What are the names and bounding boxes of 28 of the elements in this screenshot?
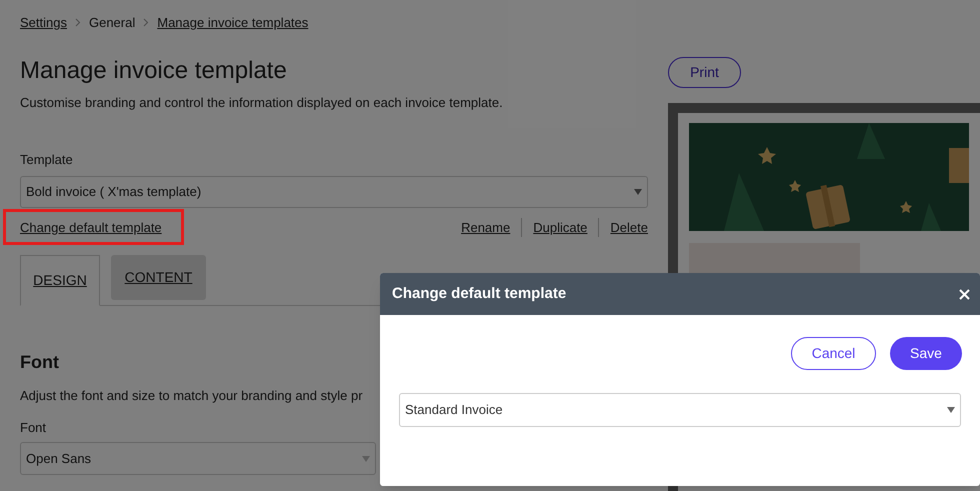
close-icon[interactable] bbox=[959, 288, 970, 300]
cancel-button[interactable]: Cancel bbox=[791, 337, 876, 370]
field-label: Font bbox=[20, 418, 48, 436]
dropdown-arrow-icon bbox=[947, 407, 955, 413]
action-link[interactable]: Rename bbox=[450, 218, 522, 237]
font-select[interactable]: Open Sans bbox=[20, 442, 376, 475]
dropdown-arrow-icon bbox=[634, 188, 642, 194]
tab[interactable]: CONTENT bbox=[111, 255, 206, 300]
breadcrumb-link[interactable]: Settings bbox=[20, 13, 67, 32]
section-description: Adjust the font and size to match your branding and style pr bbox=[20, 387, 364, 405]
page-subtitle: Customise branding and control the information displayed on each invoice template. bbox=[20, 94, 504, 112]
action-link[interactable]: Delete bbox=[598, 218, 648, 237]
template-select[interactable]: Bold invoice ( X'mas template) bbox=[20, 176, 648, 208]
breadcrumb-item: General bbox=[88, 14, 136, 32]
breadcrumb-link[interactable]: Manage invoice templates bbox=[157, 13, 308, 32]
dialog-title: Change default template bbox=[392, 284, 566, 304]
section-heading: Font bbox=[20, 351, 60, 374]
print-button[interactable]: Print bbox=[668, 57, 741, 88]
page-title: Manage invoice template bbox=[20, 56, 288, 86]
chevron-icon bbox=[74, 18, 81, 28]
field-label: Template bbox=[20, 151, 74, 169]
tab[interactable]: DESIGN bbox=[20, 255, 100, 306]
save-button[interactable]: Save bbox=[890, 337, 962, 370]
chevron-icon bbox=[143, 18, 150, 28]
action-link[interactable]: Duplicate bbox=[521, 218, 598, 237]
template-select[interactable]: Standard Invoice bbox=[399, 393, 961, 427]
dropdown-arrow-icon bbox=[362, 456, 370, 462]
change-default-link[interactable]: Change default template bbox=[20, 218, 162, 237]
